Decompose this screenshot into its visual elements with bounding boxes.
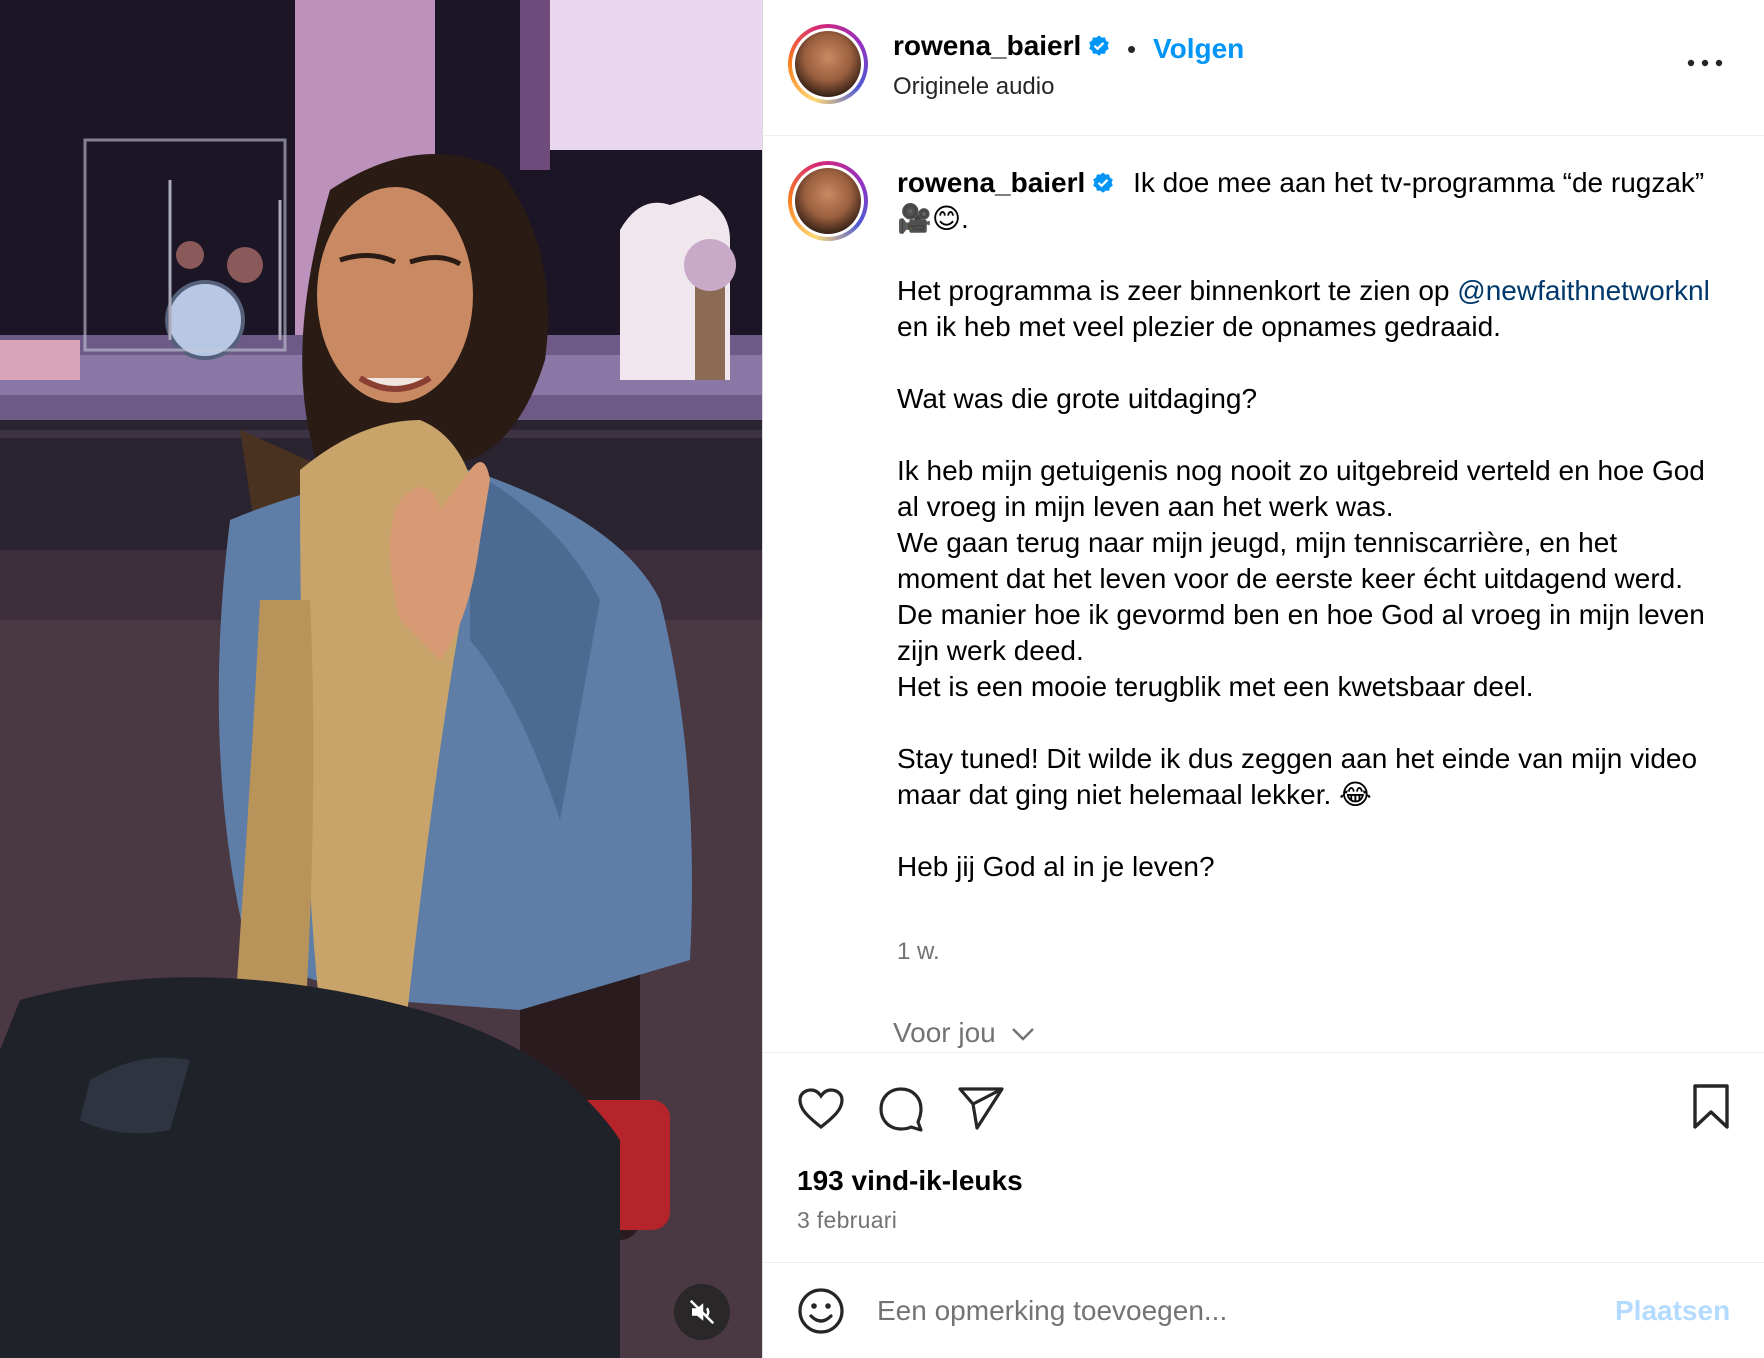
caption-section: rowena_baierl Ik doe mee aan het tv-prog… xyxy=(763,137,1764,1052)
post-date[interactable]: 3 februari xyxy=(797,1207,897,1234)
caption-para5: Stay tuned! Dit wilde ik dus zeggen aan … xyxy=(897,743,1698,810)
video-player[interactable] xyxy=(0,0,762,1358)
post-time[interactable]: 1 w. xyxy=(897,938,940,966)
video-frame xyxy=(0,0,762,1358)
caption-para4b: We gaan terug naar mijn jeugd, mijn tenn… xyxy=(897,527,1705,666)
comment-input[interactable] xyxy=(877,1289,1577,1333)
post-comment-button[interactable]: Plaatsen xyxy=(1615,1295,1730,1327)
more-horizontal-icon[interactable] xyxy=(1683,48,1727,78)
caption-para4a: Ik heb mijn getuigenis nog nooit zo uitg… xyxy=(897,455,1705,522)
send-icon[interactable] xyxy=(957,1085,1005,1131)
follow-button[interactable]: Volgen xyxy=(1153,33,1244,65)
post-panel: rowena_baierl • Volgen Originele audio r… xyxy=(762,0,1764,1358)
post-header: rowena_baierl • Volgen Originele audio xyxy=(763,0,1764,136)
caption-username[interactable]: rowena_baierl xyxy=(897,167,1115,198)
caption-username-text[interactable]: rowena_baierl xyxy=(897,167,1085,198)
verified-badge-icon xyxy=(1093,172,1114,193)
comment-bar: Plaatsen xyxy=(763,1262,1764,1358)
chevron-down-icon xyxy=(1011,1028,1034,1041)
verified-badge-icon xyxy=(1089,35,1110,56)
for-you-toggle[interactable]: Voor jou xyxy=(893,1017,1036,1049)
comment-icon[interactable] xyxy=(877,1085,925,1133)
header-username[interactable]: rowena_baierl xyxy=(893,30,1111,62)
caption-avatar[interactable] xyxy=(788,161,868,241)
caption-para6: Heb jij God al in je leven? xyxy=(897,851,1215,882)
mute-button[interactable] xyxy=(674,1284,730,1340)
caption-para4c: Het is een mooie terugblik met een kwets… xyxy=(897,671,1534,702)
audio-link[interactable]: Originele audio xyxy=(893,73,1054,101)
caption-emoji: 🎥😊. xyxy=(897,203,969,234)
caption-para3: Wat was die grote uitdaging? xyxy=(897,383,1258,414)
for-you-label: Voor jou xyxy=(893,1017,996,1048)
muted-speaker-icon xyxy=(689,1299,715,1325)
avatar[interactable] xyxy=(788,24,868,104)
bookmark-icon[interactable] xyxy=(1691,1083,1731,1131)
likes-count[interactable]: 193 vind-ik-leuks xyxy=(797,1165,1023,1197)
caption-line1: Ik doe mee aan het tv-programma “de rugz… xyxy=(1133,167,1705,198)
caption-text: rowena_baierl Ik doe mee aan het tv-prog… xyxy=(897,165,1717,885)
smiley-icon[interactable] xyxy=(797,1287,845,1335)
heart-icon[interactable] xyxy=(797,1087,845,1131)
separator-dot: • xyxy=(1127,34,1137,64)
username-text[interactable]: rowena_baierl xyxy=(893,30,1081,61)
caption-para2-text: Het programma is zeer binnenkort te zien… xyxy=(897,275,1450,306)
mention-link[interactable]: @newfaithnetworknl xyxy=(1457,275,1710,306)
caption-para2-rest: en ik heb met veel plezier de opnames ge… xyxy=(897,311,1501,342)
